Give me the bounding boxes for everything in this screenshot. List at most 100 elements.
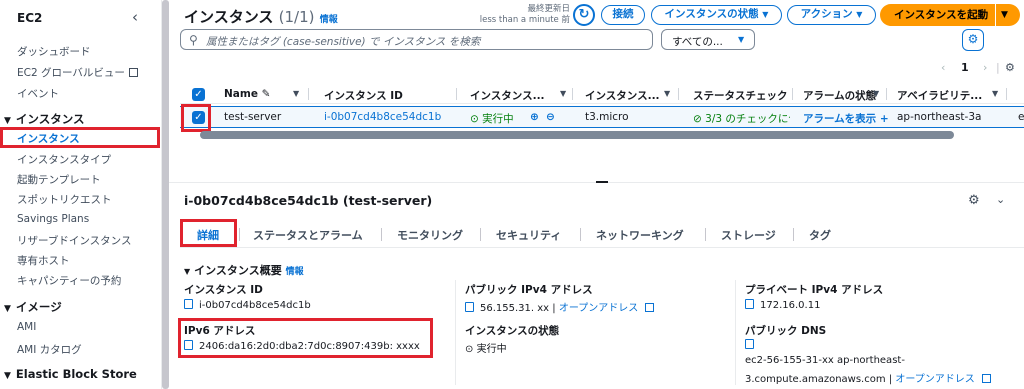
select-all-checkbox[interactable]: ✓ <box>192 88 205 101</box>
column-divider <box>1006 88 1007 100</box>
column-header-name[interactable]: Name ✎ <box>224 88 270 100</box>
sidebar-item-ami-catalog[interactable]: AMI カタログ <box>17 342 82 357</box>
column-header-az[interactable]: アベイラビリテ... <box>897 88 982 103</box>
tab-storage[interactable]: ストレージ <box>721 227 776 243</box>
plus-icon: + <box>879 113 889 125</box>
sidebar-item-reserved-instances[interactable]: リザーブドインスタンス <box>17 233 131 248</box>
tab-status-alarms[interactable]: ステータスとアラーム <box>253 227 363 243</box>
sort-caret-icon[interactable]: ▼ <box>664 89 670 98</box>
sidebar-scrollbar[interactable] <box>162 0 169 389</box>
column-header-status-check[interactable]: ステータスチェック <box>693 88 789 103</box>
sidebar-item-launch-templates[interactable]: 起動テンプレート <box>17 172 101 187</box>
connect-button[interactable]: 接続 <box>601 5 645 25</box>
search-input[interactable]: ⚲ 属性またはタグ (case-sensitive) で インスタンス を検索 <box>180 29 653 50</box>
copy-icon[interactable] <box>745 339 754 349</box>
refresh-button[interactable]: ↻ <box>573 4 595 26</box>
search-icon: ⚲ <box>189 33 198 47</box>
state-label: 実行中 <box>482 113 514 125</box>
open-address-link[interactable]: オープンアドレス <box>895 374 974 385</box>
caret-down-icon: ▼ <box>762 10 769 19</box>
column-divider <box>455 280 456 385</box>
sidebar-item-spot-requests[interactable]: スポットリクエスト <box>17 192 112 207</box>
actions-label: アクション <box>800 8 853 20</box>
cell-type: t3.micro <box>585 111 629 123</box>
sidebar-item-dedicated-hosts[interactable]: 専有ホスト <box>17 253 70 268</box>
sort-caret-icon[interactable]: ▼ <box>293 89 299 98</box>
copy-icon[interactable] <box>745 299 754 309</box>
private-ipv4-value: 172.16.0.11 <box>745 299 820 311</box>
zoom-in-icon[interactable]: ⊕ <box>530 111 539 123</box>
column-divider <box>572 88 573 100</box>
page-title-text: インスタンス <box>184 8 274 26</box>
public-dns-copy <box>745 339 760 351</box>
collapse-sidebar-icon[interactable]: ‹ <box>132 8 138 26</box>
instance-state-button[interactable]: インスタンスの状態 ▼ <box>651 5 782 25</box>
actions-button[interactable]: アクション ▼ <box>787 5 876 25</box>
preferences-button[interactable]: ⚙ <box>962 29 984 51</box>
horizontal-scrollbar[interactable] <box>200 131 954 139</box>
caret-down-icon: ▼ <box>4 116 11 126</box>
prev-page-icon[interactable]: ‹ <box>941 61 945 74</box>
check-status-icon: ⊘ <box>693 113 702 125</box>
sidebar-item-capacity-reservations[interactable]: キャパシティーの予約 <box>17 273 121 288</box>
sort-caret-icon[interactable]: ▼ <box>560 89 566 98</box>
tab-networking[interactable]: ネットワーキング <box>596 227 684 243</box>
column-header-type[interactable]: インスタンス... <box>585 88 660 103</box>
copy-icon[interactable] <box>184 299 193 309</box>
instance-id-link[interactable]: i-0b07cd4b8ce54dc1b <box>324 111 441 123</box>
table-row[interactable]: ✓ test-server i-0b07cd4b8ce54dc1b ⊙ 実行中 … <box>180 106 1024 128</box>
chevron-down-icon[interactable]: ⌄ <box>996 193 1005 206</box>
sidebar-item-events[interactable]: イベント <box>17 86 59 101</box>
section-instance-summary[interactable]: ▼ インスタンス概要 情報 <box>184 262 304 278</box>
state-filter-select[interactable]: すべての... ▼ <box>661 29 755 50</box>
launch-instance-button[interactable]: インスタンスを起動 ▼ <box>880 4 1020 26</box>
gear-icon[interactable]: ⚙ <box>1005 61 1015 74</box>
page-number[interactable]: 1 <box>961 61 969 74</box>
status-check-label: 3/3 のチェックに合 <box>705 113 790 125</box>
sidebar-item-instance-types[interactable]: インスタンスタイプ <box>17 152 111 167</box>
tab-security[interactable]: セキュリティ <box>496 227 561 243</box>
public-ipv4-value: 56.155.31. xx | オープンアドレス <box>465 299 655 314</box>
sort-caret-icon[interactable]: ▼ <box>992 89 998 98</box>
zoom-out-icon[interactable]: ⊖ <box>546 111 555 123</box>
next-page-icon[interactable]: › <box>983 61 987 74</box>
sidebar-item-savings-plans[interactable]: Savings Plans <box>17 213 89 225</box>
instance-state-value: ⊙ 実行中 <box>465 340 507 355</box>
info-link[interactable]: 情報 <box>320 15 338 25</box>
column-header-instance-id[interactable]: インスタンス ID <box>324 88 403 103</box>
launch-instance-label: インスタンスを起動 <box>894 9 989 21</box>
sidebar-section-label: イメージ <box>15 300 62 314</box>
sidebar-header: EC2 <box>17 11 43 25</box>
resize-handle[interactable] <box>596 181 608 183</box>
caret-down-icon: ▼ <box>856 10 863 19</box>
tab-divider <box>480 228 481 241</box>
public-ipv4-text: 56.155.31. xx <box>480 303 550 314</box>
detail-title: i-0b07cd4b8ce54dc1b (test-server) <box>184 193 433 208</box>
private-ipv4-text: 172.16.0.11 <box>760 300 821 311</box>
sort-caret-icon[interactable]: ▼ <box>873 89 879 98</box>
divider <box>995 4 996 26</box>
tab-tags[interactable]: タグ <box>809 227 831 243</box>
view-alarms-link[interactable]: アラームを表示 + <box>803 111 889 126</box>
column-header-state[interactable]: インスタンス... <box>470 88 545 103</box>
sidebar-section-ebs[interactable]: ▼ Elastic Block Store <box>4 367 137 381</box>
caret-down-icon[interactable]: ▼ <box>1001 4 1008 26</box>
sidebar-section-instances[interactable]: ▼ インスタンス <box>4 111 84 127</box>
sidebar-item-instances[interactable]: インスタンス <box>17 131 80 146</box>
section-title: インスタンス概要 <box>194 264 282 277</box>
copy-icon[interactable] <box>465 302 474 312</box>
cell-state: ⊙ 実行中 <box>470 111 514 126</box>
open-address-link[interactable]: オープンアドレス <box>559 303 638 314</box>
tab-monitoring[interactable]: モニタリング <box>397 227 463 243</box>
info-link[interactable]: 情報 <box>286 267 304 277</box>
column-divider <box>308 88 309 100</box>
caret-down-icon: ▼ <box>4 371 11 381</box>
sidebar-item-dashboard[interactable]: ダッシュボード <box>17 44 91 59</box>
gear-icon[interactable]: ⚙ <box>968 193 980 208</box>
last-updated-value: less than a minute 前 <box>479 15 570 25</box>
column-header-alarm[interactable]: アラームの状態 <box>803 88 876 103</box>
sidebar-item-ami[interactable]: AMI <box>17 321 36 333</box>
sidebar-section-images[interactable]: ▼ イメージ <box>4 299 62 315</box>
caret-down-icon: ▼ <box>738 35 745 44</box>
sidebar-item-global-view[interactable]: EC2 グローバルビュー <box>17 65 138 80</box>
